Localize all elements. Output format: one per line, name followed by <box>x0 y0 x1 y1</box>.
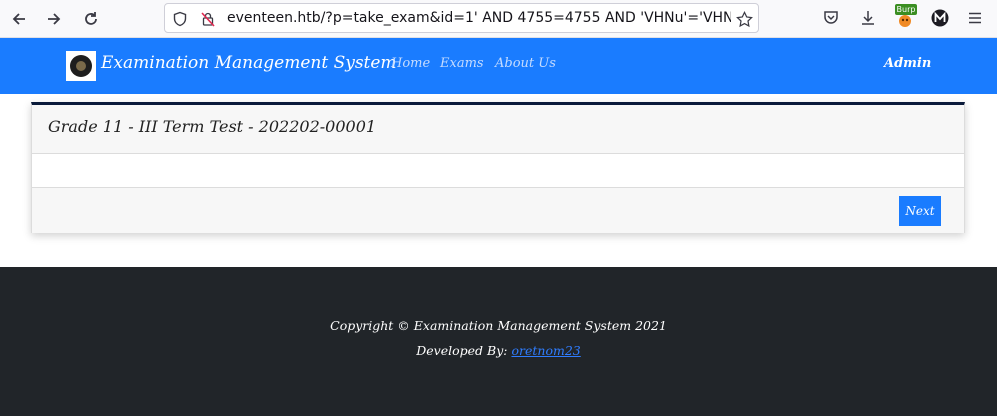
insecure-lock-icon[interactable] <box>199 10 217 28</box>
exam-title: Grade 11 - III Term Test - 202202-00001 <box>48 117 377 136</box>
site-navbar: Examination Management System Home Exams… <box>0 38 997 94</box>
next-button[interactable]: Next <box>899 196 941 226</box>
hamburger-menu-icon[interactable] <box>964 7 986 29</box>
back-arrow-icon[interactable] <box>6 6 32 32</box>
page-footer: Copyright © Examination Management Syste… <box>0 267 997 416</box>
bookmark-star-icon[interactable] <box>735 10 753 28</box>
exam-card-body <box>32 154 964 187</box>
developer-link[interactable]: oretnom23 <box>511 343 580 358</box>
reload-icon[interactable] <box>78 6 104 32</box>
pocket-icon[interactable] <box>820 7 842 29</box>
exam-card-footer: Next <box>32 187 964 233</box>
developed-by-label: Developed By: <box>416 343 512 358</box>
exam-card-header: Grade 11 - III Term Test - 202202-00001 <box>32 105 964 154</box>
brand-name[interactable]: Examination Management System <box>101 53 397 73</box>
developed-by-line: Developed By: oretnom23 <box>0 343 997 358</box>
url-bar[interactable]: eventeen.htb/?p=take_exam&id=1' AND 4755… <box>164 3 759 33</box>
exam-card: Grade 11 - III Term Test - 202202-00001 … <box>31 102 965 233</box>
shield-icon[interactable] <box>171 10 189 28</box>
logo-emblem-icon <box>70 55 92 77</box>
browser-toolbar: eventeen.htb/?p=take_exam&id=1' AND 4755… <box>0 0 997 38</box>
forward-arrow-icon[interactable] <box>41 6 67 32</box>
url-text[interactable]: eventeen.htb/?p=take_exam&id=1' AND 4755… <box>227 10 731 26</box>
nav-exams-link[interactable]: Exams <box>440 56 484 71</box>
nav-about-link[interactable]: About Us <box>495 56 556 71</box>
burp-extension-badge: Burp <box>895 4 917 15</box>
download-icon[interactable] <box>857 7 879 29</box>
brand-logo[interactable] <box>66 51 96 81</box>
copyright-text: Copyright © Examination Management Syste… <box>330 318 667 333</box>
nav-home-link[interactable]: Home <box>391 56 430 71</box>
extension-m-icon[interactable] <box>929 7 951 29</box>
admin-user-menu[interactable]: Admin <box>884 56 931 71</box>
